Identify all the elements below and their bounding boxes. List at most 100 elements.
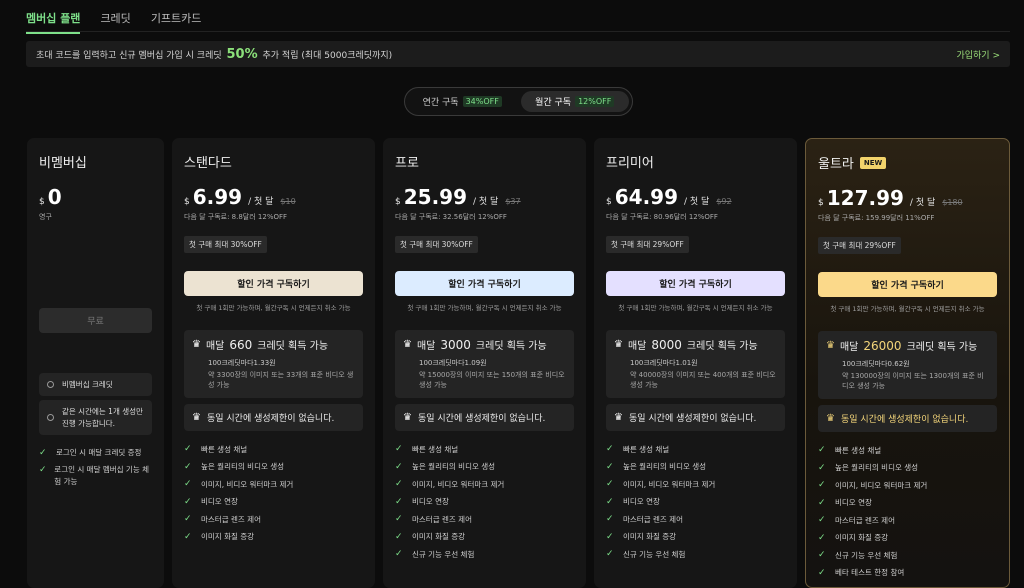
plan-card-standard: 스탠다드 $6.99 / 첫 달 $10 다음 달 구독료: 8.8달러 12%OFF 첫… xyxy=(172,138,375,588)
plan-card-premier: 프리미어 $64.99 / 첫 달 $92 다음 달 구독료: 80.96달러 12%O… xyxy=(594,138,797,588)
credit-box: ♛ 매달 26000 크레딧 획득 가능 100크레딧마다0.62원 약 130000장의… xyxy=(818,331,997,399)
crown-icon: ♛ xyxy=(826,340,835,351)
circle-icon xyxy=(47,381,54,389)
feature-text: 이미지 화질 증강 xyxy=(623,532,677,542)
check-icon: ✓ xyxy=(395,496,403,507)
credit-suffix: 크레딧 획득 가능 xyxy=(257,341,329,352)
feature-list: ✓ 빠른 생성 채널 ✓ 높은 퀄리티의 비디오 생성 ✓ 이미지, 비디오 워터마크 제… xyxy=(606,441,785,564)
credit-rate: 100크레딧마다0.62원 xyxy=(842,360,910,368)
no-limit-text: 동일 시간에 생성제한이 없습니다. xyxy=(840,414,969,425)
subscribe-button[interactable]: 할인 가격 구독하기 xyxy=(184,271,363,296)
credit-rate: 100크레딧마다1.01원 xyxy=(630,359,698,367)
price-currency: $ xyxy=(606,197,612,207)
subscribe-button[interactable]: 할인 가격 구독하기 xyxy=(818,272,997,297)
credit-prefix: 매달 xyxy=(416,341,436,352)
crown-icon: ♛ xyxy=(614,339,623,350)
first-purchase-badge: 첫 구매 최대 30%OFF xyxy=(184,236,267,253)
subscribe-button[interactable]: 할인 가격 구독하기 xyxy=(395,271,574,296)
feature-item: ✓ 비디오 연장 xyxy=(606,493,785,511)
feature-list: ✓ 빠른 생성 채널 ✓ 높은 퀄리티의 비디오 생성 ✓ 이미지, 비디오 워터마크 제… xyxy=(395,441,574,564)
banner-message: 초대 코드를 입력하고 신규 멤버십 가입 시 크레딧 50% 추가 적립 (최… xyxy=(36,47,392,62)
feature-item: ✓ 신규 기능 우선 체험 xyxy=(395,546,574,564)
feature-item: ✓ 높은 퀄리티의 비디오 생성 xyxy=(184,458,363,476)
feature-item: ✓ 높은 퀄리티의 비디오 생성 xyxy=(606,458,785,476)
check-icon: ✓ xyxy=(606,461,614,472)
credit-prefix: 매달 xyxy=(627,341,647,352)
price-currency: $ xyxy=(184,197,190,207)
feature-text: 마스터급 렌즈 제어 xyxy=(412,514,472,524)
plan-price: $ 0 xyxy=(39,185,152,209)
free-box-item: 같은 시간에는 1개 생성만 진행 가능합니다. xyxy=(39,400,152,435)
free-button[interactable]: 무료 xyxy=(39,308,152,333)
free-boxes: 비멤버십 크레딧 같은 시간에는 1개 생성만 진행 가능합니다. xyxy=(39,373,152,435)
credit-rate: 100크레딧마다1.33원 xyxy=(208,359,276,367)
credit-prefix: 매달 xyxy=(205,341,225,352)
credit-amount: 3000 xyxy=(440,337,471,352)
subscribe-note: 첫 구매 1회만 가능하며, 월간구독 시 언제든지 취소 가능 xyxy=(196,304,351,312)
next-month-price: 다음 달 구독료: 32.56달러 12%OFF xyxy=(395,213,507,221)
price-amount: 6.99 xyxy=(192,185,243,209)
plan-card-pro: 프로 $25.99 / 첫 달 $37 다음 달 구독료: 32.56달러 12%OFF… xyxy=(383,138,586,588)
no-limit-box: ♛ 동일 시간에 생성제한이 없습니다. xyxy=(818,404,997,432)
price-original: $10 xyxy=(280,197,296,206)
plan-price: $127.99 / 첫 달 $180 xyxy=(818,186,997,210)
new-badge: NEW xyxy=(859,156,887,169)
feature-text: 마스터급 렌즈 제어 xyxy=(623,514,683,524)
plan-name: 울트라 xyxy=(818,157,854,172)
feature-text: 빠른 생성 채널 xyxy=(835,445,882,455)
next-month-price: 다음 달 구독료: 80.96달러 12%OFF xyxy=(606,213,718,221)
feature-text: 비디오 연장 xyxy=(623,497,660,507)
join-link[interactable]: 가입하기 > xyxy=(956,48,1000,61)
crown-icon: ♛ xyxy=(614,411,623,423)
check-icon: ✓ xyxy=(395,531,403,542)
first-purchase-badge: 첫 구매 최대 30%OFF xyxy=(395,236,478,253)
next-month-price: 다음 달 구독료: 8.8달러 12%OFF xyxy=(184,213,288,221)
check-icon: ✓ xyxy=(818,567,826,578)
plan-card-ultra: 울트라 NEW $127.99 / 첫 달 $180 다음 달 구독료: 159.99달러… xyxy=(805,138,1010,588)
feature-text: 빠른 생성 채널 xyxy=(201,444,248,454)
feature-item: ✓ 이미지, 비디오 워터마크 제거 xyxy=(606,476,785,494)
toggle-monthly[interactable]: 월간 구독 12%OFF xyxy=(520,91,629,112)
price-period: / 첫 달 xyxy=(909,198,936,208)
invite-banner: 초대 코드를 입력하고 신규 멤버십 가입 시 크레딧 50% 추가 적립 (최… xyxy=(26,41,1010,67)
plan-title: 스탠다드 xyxy=(184,152,363,171)
credit-box: ♛ 매달 8000 크레딧 획득 가능 100크레딧마다1.01원 약 40000장의 이… xyxy=(606,330,785,398)
plan-name: 프로 xyxy=(395,156,419,171)
feature-text: 빠른 생성 채널 xyxy=(412,444,459,454)
feature-text: 비디오 연장 xyxy=(835,498,872,508)
circle-icon xyxy=(47,414,54,421)
feature-item: ✓ 마스터급 렌즈 제어 xyxy=(395,511,574,529)
toggle-monthly-off: 12%OFF xyxy=(575,96,615,107)
feature-item: ✓ 이미지 화질 증강 xyxy=(395,528,574,546)
subscribe-button[interactable]: 할인 가격 구독하기 xyxy=(606,271,785,296)
feature-text: 이미지 화질 증강 xyxy=(201,532,255,542)
no-limit-box: ♛ 동일 시간에 생성제한이 없습니다. xyxy=(606,403,785,431)
tabs-divider xyxy=(26,31,1010,32)
feature-item: ✓ 빠른 생성 채널 xyxy=(818,442,997,460)
toggle-annual[interactable]: 연간 구독 34%OFF xyxy=(408,91,517,112)
price-amount: 0 xyxy=(47,185,62,209)
check-icon: ✓ xyxy=(395,479,403,490)
check-icon: ✓ xyxy=(818,462,826,473)
feature-item: ✓ 높은 퀄리티의 비디오 생성 xyxy=(395,458,574,476)
next-month-price: 다음 달 구독료: 159.99달러 11%OFF xyxy=(818,214,935,222)
feature-item: ✓ 비디오 연장 xyxy=(184,493,363,511)
plan-title: 프로 xyxy=(395,152,574,171)
plan-price: $25.99 / 첫 달 $37 xyxy=(395,185,574,209)
price-currency: $ xyxy=(39,197,45,207)
credit-rate: 100크레딧마다1.09원 xyxy=(419,359,487,367)
credit-title: ♛ 매달 3000 크레딧 획득 가능 xyxy=(403,337,566,353)
check-icon: ✓ xyxy=(39,465,47,476)
price-original: $180 xyxy=(942,198,963,207)
price-amount: 25.99 xyxy=(403,185,467,209)
check-icon: ✓ xyxy=(818,445,826,456)
credit-title: ♛ 매달 660 크레딧 획득 가능 xyxy=(192,337,355,353)
check-icon: ✓ xyxy=(184,531,192,542)
banner-text-after: 추가 적립 (최대 5000크레딧까지) xyxy=(262,50,393,61)
credit-box: ♛ 매달 660 크레딧 획득 가능 100크레딧마다1.33원 약 3300장의 이미지… xyxy=(184,330,363,398)
price-original: $37 xyxy=(505,197,521,206)
check-icon: ✓ xyxy=(184,444,192,455)
feature-list: ✓ 빠른 생성 채널 ✓ 높은 퀄리티의 비디오 생성 ✓ 이미지, 비디오 워터마크 제… xyxy=(184,441,363,546)
plan-name: 스탠다드 xyxy=(184,156,232,171)
feature-text: 마스터급 렌즈 제어 xyxy=(201,514,261,524)
